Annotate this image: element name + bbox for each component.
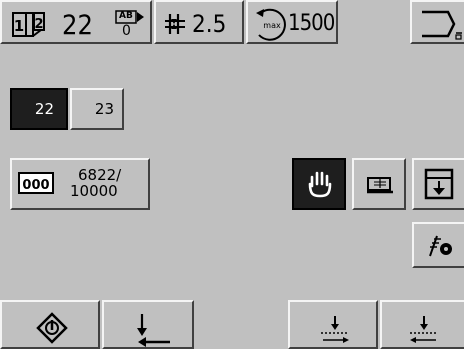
needle-left-button[interactable]	[380, 300, 464, 349]
needle-right-icon	[321, 316, 349, 343]
program-tab-label: 23	[94, 100, 114, 118]
max-speed-icon: max	[256, 8, 286, 41]
needle-right-button[interactable]	[288, 300, 378, 349]
ab-label: AB	[119, 11, 133, 21]
presser-foot-icon	[367, 177, 393, 194]
reverse-stitch-button[interactable]	[102, 300, 194, 349]
bobbin-counter-button[interactable]: 000 6822/ 10000	[10, 158, 150, 210]
needle-left-icon	[410, 316, 438, 343]
stitch-length-panel[interactable]: 2.5	[154, 0, 244, 44]
save-down-arrow-icon	[424, 168, 454, 200]
reverse-stitch-icon	[137, 314, 170, 347]
program-tab-22[interactable]: 22	[10, 88, 68, 130]
stitch-length-value: 2.5	[192, 10, 227, 38]
thread-tension-button[interactable]	[412, 222, 464, 268]
counter-total: 10000	[70, 182, 118, 200]
pieces-counter-panel[interactable]: 1 2 22 AB 0	[0, 0, 152, 44]
exit-button[interactable]	[410, 0, 464, 44]
program-tab-23[interactable]: 23	[70, 88, 124, 130]
sequence-icon: 1 2	[12, 12, 45, 37]
stitch-length-icon	[165, 14, 185, 34]
counter-icon-text: 000	[22, 178, 50, 193]
pieces-value: 22	[62, 10, 93, 41]
save-button[interactable]	[412, 158, 464, 210]
program-tab-label: 22	[34, 100, 54, 118]
start-button[interactable]	[0, 300, 100, 349]
ab-counter-box: AB 0	[112, 9, 146, 39]
counter-icon: 000	[18, 172, 54, 194]
exit-arrow-icon	[422, 10, 462, 40]
presser-foot-button[interactable]	[352, 158, 406, 210]
sequence-label-1: 1	[14, 17, 24, 35]
start-diamond-icon	[36, 312, 68, 344]
ab-zero: 0	[122, 23, 131, 39]
hand-stop-icon	[308, 171, 332, 198]
max-speed-panel[interactable]: max 1500	[246, 0, 338, 44]
thread-tension-icon	[429, 235, 452, 257]
max-speed-value: 1500	[288, 11, 335, 36]
stop-hand-button[interactable]	[292, 158, 346, 210]
sequence-label-2: 2	[34, 17, 43, 32]
max-label: max	[263, 21, 281, 30]
